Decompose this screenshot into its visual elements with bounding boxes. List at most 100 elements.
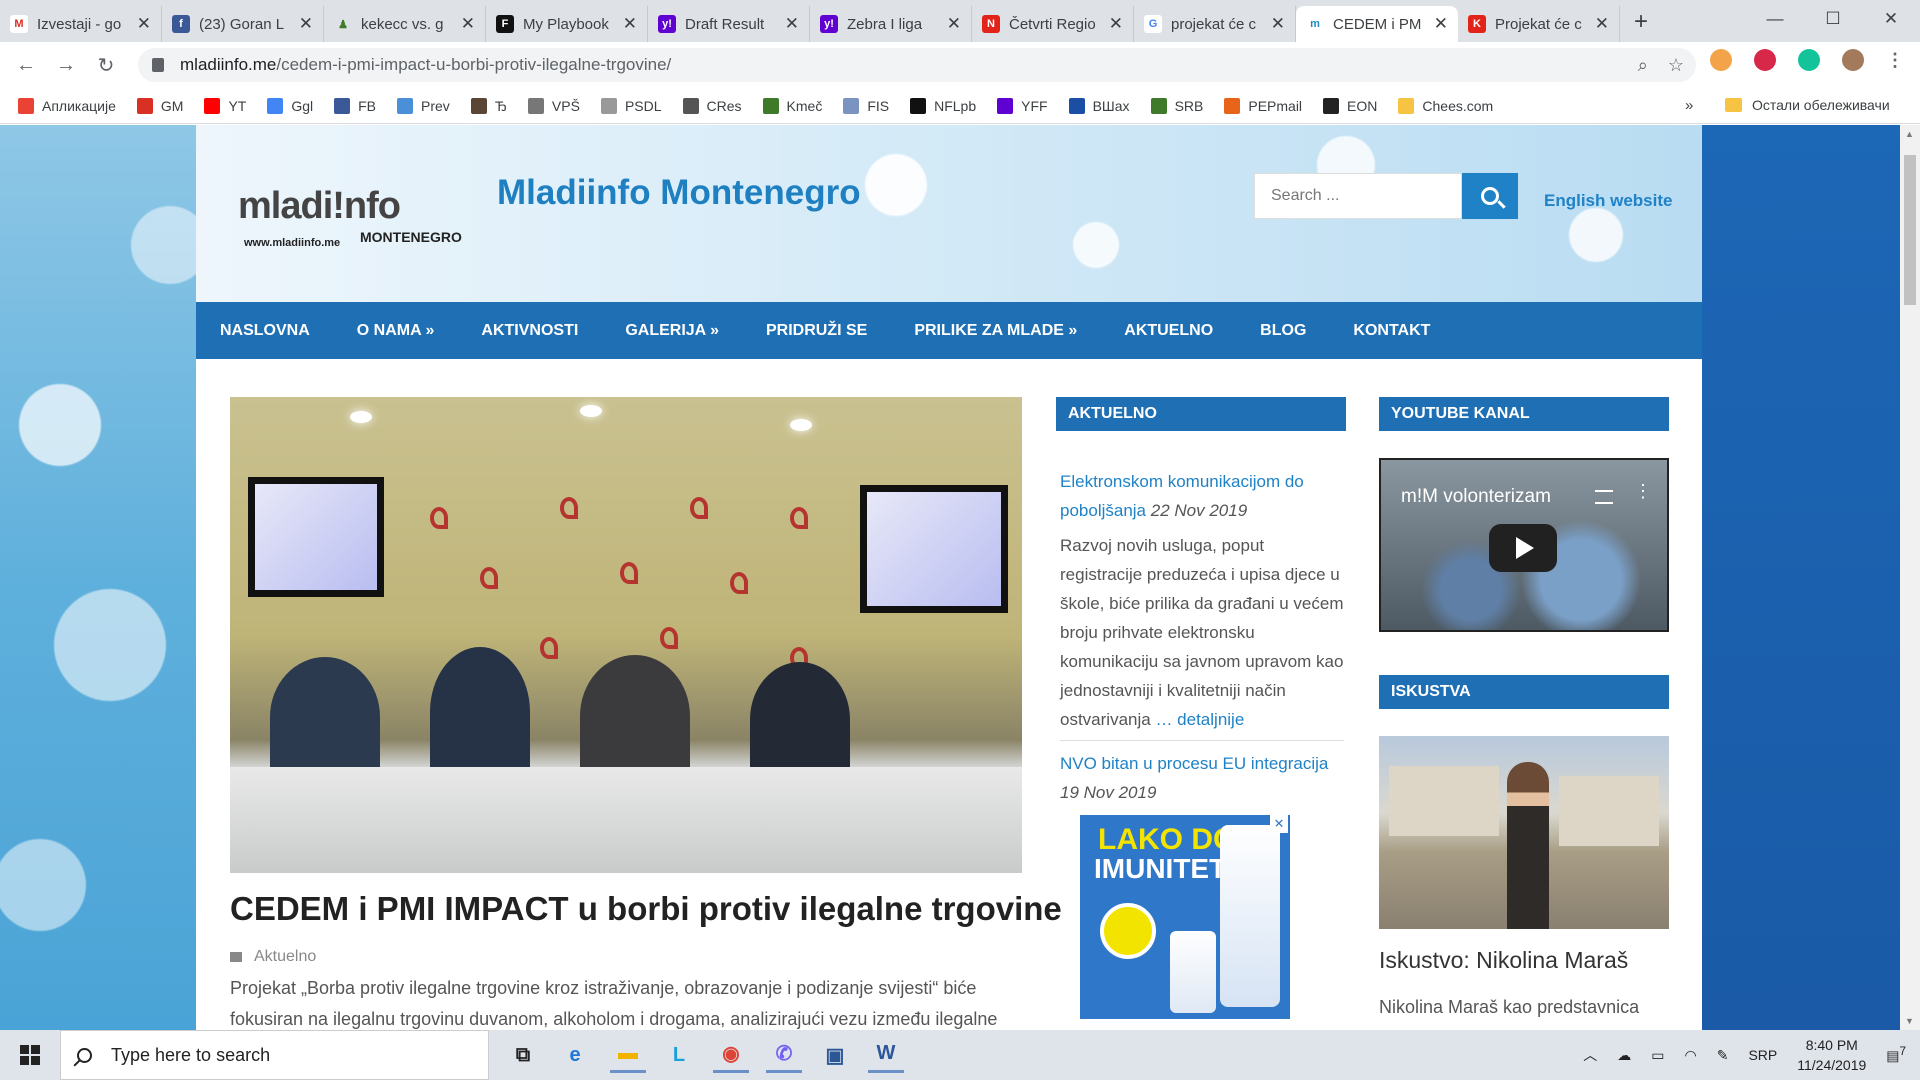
tab-close-icon[interactable]: ✕ xyxy=(623,14,637,34)
more-options-icon[interactable]: ⋮ xyxy=(1634,482,1652,500)
clock[interactable]: 8:40 PM 11/24/2019 xyxy=(1797,1035,1866,1075)
battery-icon[interactable]: ▭ xyxy=(1651,1047,1664,1064)
cloud-icon[interactable]: ☁ xyxy=(1617,1047,1631,1064)
bookmark-item[interactable]: VPŠ xyxy=(527,97,580,114)
tab-close-icon[interactable]: ✕ xyxy=(137,14,151,34)
browser-tab[interactable]: F My Playbook ✕ xyxy=(486,6,648,42)
page-scrollbar[interactable]: ▲ ▼ xyxy=(1900,125,1920,1030)
url-text[interactable]: mladiinfo.me/cedem-i-pmi-impact-u-borbi-… xyxy=(180,55,671,75)
language-indicator[interactable]: SRP xyxy=(1748,1047,1777,1063)
bookmark-item[interactable]: CRes xyxy=(682,97,742,114)
close-window-button[interactable]: ✕ xyxy=(1862,0,1920,38)
file-explorer-icon[interactable]: ▬ xyxy=(610,1037,646,1073)
iskustva-post-title[interactable]: Iskustvo: Nikolina Maraš xyxy=(1379,947,1628,974)
site-logo[interactable]: mladi!nfo MONTENEGRO www.mladiinfo.me xyxy=(238,185,462,249)
save-app-icon[interactable]: ▣ xyxy=(817,1037,853,1073)
read-more-link[interactable]: … detaljnije xyxy=(1155,710,1244,729)
english-website-link[interactable]: English website xyxy=(1544,191,1672,211)
nav-menu-item[interactable]: O NAMA » xyxy=(357,322,435,340)
bookmark-item[interactable]: YT xyxy=(204,97,246,114)
browser-tab[interactable]: M Izvestaji - go ✕ xyxy=(0,6,162,42)
browser-tab[interactable]: ♟ kekecc vs. g ✕ xyxy=(324,6,486,42)
forward-button[interactable]: → xyxy=(46,54,86,77)
scrollbar-thumb[interactable] xyxy=(1904,155,1916,305)
maximize-button[interactable]: ☐ xyxy=(1804,0,1862,38)
browser-tab[interactable]: m CEDEM i PM ✕ xyxy=(1296,6,1458,42)
tab-close-icon[interactable]: ✕ xyxy=(1434,14,1448,34)
other-bookmarks-folder[interactable]: Остали обележивачи xyxy=(1725,97,1890,113)
new-tab-button[interactable]: + xyxy=(1634,8,1648,36)
app-l-icon[interactable]: L xyxy=(661,1037,697,1073)
chrome-menu-icon[interactable]: ⋮ xyxy=(1886,50,1904,71)
wifi-icon[interactable]: ◠ xyxy=(1685,1047,1697,1064)
bookmark-item[interactable]: FB xyxy=(334,97,376,114)
bookmark-item[interactable]: ВШах xyxy=(1068,97,1130,114)
tab-close-icon[interactable]: ✕ xyxy=(461,14,475,34)
browser-tab[interactable]: y! Draft Result ✕ xyxy=(648,6,810,42)
extension-search-icon[interactable] xyxy=(1710,49,1732,71)
start-button[interactable] xyxy=(0,1030,60,1080)
nav-menu-item[interactable]: PRIDRUŽI SE xyxy=(766,322,867,340)
zoom-icon[interactable]: ⌕ xyxy=(1638,55,1648,76)
extension-pocket-icon[interactable] xyxy=(1754,49,1776,71)
bookmark-item[interactable]: PEPmail xyxy=(1224,97,1302,114)
article-category[interactable]: Aktuelno xyxy=(230,948,316,966)
article-title[interactable]: CEDEM i PMI IMPACT u borbi protiv ilegal… xyxy=(230,890,1062,928)
news-link[interactable]: NVO bitan u procesu EU integracija xyxy=(1060,754,1328,773)
taskbar-search-box[interactable]: Type here to search xyxy=(60,1030,489,1080)
nav-menu-item[interactable]: NASLOVNA xyxy=(220,322,310,340)
minimize-button[interactable]: — xyxy=(1746,0,1804,38)
site-search-button[interactable] xyxy=(1462,173,1518,219)
pen-icon[interactable]: ✎ xyxy=(1717,1047,1729,1064)
tab-close-icon[interactable]: ✕ xyxy=(785,14,799,34)
reload-button[interactable]: ↻ xyxy=(86,53,126,78)
bookmarks-more-chevron[interactable]: » xyxy=(1685,97,1693,114)
chrome-icon[interactable]: ◉ xyxy=(713,1037,749,1073)
iskustva-image[interactable] xyxy=(1379,736,1669,929)
playlist-icon[interactable] xyxy=(1595,490,1613,504)
browser-tab[interactable]: f (23) Goran L ✕ xyxy=(162,6,324,42)
nav-menu-item[interactable]: BLOG xyxy=(1260,322,1306,340)
article-image[interactable] xyxy=(230,397,1022,873)
bookmark-item[interactable]: Ђ xyxy=(470,97,507,114)
tab-close-icon[interactable]: ✕ xyxy=(1271,14,1285,34)
site-title[interactable]: Mladiinfo Montenegro xyxy=(497,173,861,213)
bookmark-item[interactable]: SRB xyxy=(1150,97,1203,114)
nav-menu-item[interactable]: AKTIVNOSTI xyxy=(481,322,578,340)
nav-menu-item[interactable]: PRILIKE ZA MLADE » xyxy=(914,322,1077,340)
scroll-down-arrow-icon[interactable]: ▼ xyxy=(1905,1016,1914,1026)
nav-menu-item[interactable]: KONTAKT xyxy=(1353,322,1430,340)
youtube-video-embed[interactable]: m!M volonterizam ⋮ xyxy=(1379,458,1669,632)
tab-close-icon[interactable]: ✕ xyxy=(947,14,961,34)
back-button[interactable]: ← xyxy=(6,54,46,77)
play-button[interactable] xyxy=(1489,524,1557,572)
edge-icon[interactable]: e xyxy=(557,1037,593,1073)
nav-menu-item[interactable]: AKTUELNO xyxy=(1124,322,1213,340)
notifications-icon[interactable]: ▤7 xyxy=(1886,1045,1906,1065)
bookmark-item[interactable]: Chees.com xyxy=(1398,97,1493,114)
bookmark-item[interactable]: YFF xyxy=(997,97,1048,114)
browser-tab[interactable]: Gprojekat će c ✕ xyxy=(1134,6,1296,42)
avatar[interactable] xyxy=(1842,49,1864,71)
site-search-input[interactable]: Search ... xyxy=(1254,173,1462,219)
browser-tab[interactable]: N Četvrti Regio ✕ xyxy=(972,6,1134,42)
browser-tab[interactable]: y! Zebra I liga ✕ xyxy=(810,6,972,42)
address-bar[interactable]: mladiinfo.me/cedem-i-pmi-impact-u-borbi-… xyxy=(138,48,1696,82)
word-icon[interactable]: W xyxy=(868,1037,904,1073)
bookmark-item[interactable]: Ggl xyxy=(267,97,313,114)
bookmark-item[interactable]: NFLpb xyxy=(910,97,976,114)
bookmark-item[interactable]: GM xyxy=(136,97,183,114)
nav-menu-item[interactable]: GALERIJA » xyxy=(625,322,719,340)
advertisement-banner[interactable]: LAKO DO IMUNITETA ✕ xyxy=(1080,815,1290,1019)
bookmark-item[interactable]: Prev xyxy=(397,97,450,114)
tab-close-icon[interactable]: ✕ xyxy=(299,14,313,34)
bookmark-item[interactable]: FIS xyxy=(843,97,889,114)
bookmark-star-icon[interactable]: ☆ xyxy=(1668,55,1684,76)
scroll-up-arrow-icon[interactable]: ▲ xyxy=(1905,129,1914,139)
bookmark-item[interactable]: Апликације xyxy=(18,97,116,114)
tab-close-icon[interactable]: ✕ xyxy=(1109,14,1123,34)
bookmark-item[interactable]: PSDL xyxy=(600,97,662,114)
tray-chevron-icon[interactable]: ︿ xyxy=(1583,1045,1597,1065)
bookmark-item[interactable]: Kmeč xyxy=(762,97,822,114)
bookmark-item[interactable]: EON xyxy=(1323,97,1377,114)
